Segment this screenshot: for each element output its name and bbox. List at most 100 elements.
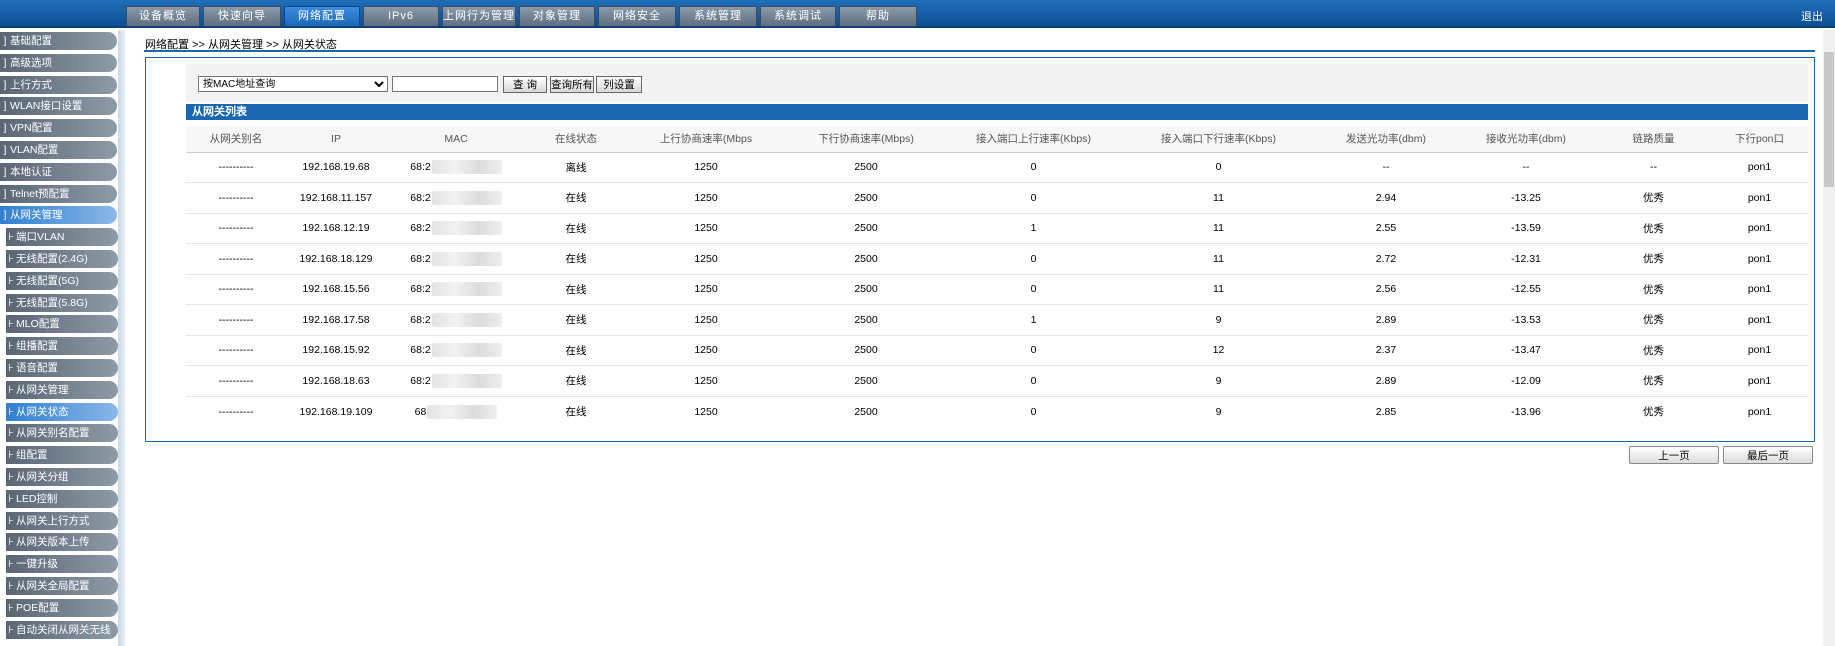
- last-page-button[interactable]: 最后一页: [1723, 446, 1813, 464]
- cell-text: 2.55: [1375, 222, 1397, 235]
- table-cell: 在线: [526, 365, 626, 396]
- cell-text: ----------: [218, 405, 254, 418]
- table-cell: 在线: [526, 304, 626, 335]
- cell-text: ----------: [218, 344, 254, 357]
- cell-text: -13.96: [1511, 405, 1541, 418]
- sidebar-item[interactable]: ] VLAN配置: [0, 141, 117, 159]
- sidebar-item[interactable]: ⊦ 无线配置(2.4G): [6, 250, 118, 268]
- table-cell: 2500: [786, 151, 946, 183]
- top-nav-tab[interactable]: 上网行为管理: [442, 6, 516, 26]
- sidebar-item[interactable]: ⊦ 从网关状态: [6, 402, 118, 421]
- logout-link[interactable]: 退出: [1801, 8, 1823, 24]
- sidebar-item-bullet: ]: [3, 165, 7, 178]
- sidebar-item[interactable]: ⊦ 无线配置(5G): [6, 271, 118, 290]
- cell-text: 192.168.15.92: [302, 344, 370, 357]
- sidebar-item[interactable]: ] 基础配置: [0, 32, 117, 50]
- query-all-button[interactable]: 查询所有: [550, 76, 594, 93]
- table-cell: 11: [1121, 243, 1316, 274]
- table-cell: 优秀: [1596, 182, 1711, 213]
- sidebar-item[interactable]: ⊦ MLO配置: [6, 315, 118, 334]
- top-nav-tab[interactable]: 网络安全: [598, 6, 676, 26]
- sidebar: ] 基础配置 ] 高级选项 ] 上行方式 ] WLAN接口设置 ] VPN配置 ] VLAN配置 ] 本地…: [0, 30, 125, 646]
- sidebar-item[interactable]: ⊦ 组播配置: [6, 337, 118, 356]
- sidebar-item[interactable]: ⊦ 从网关上行方式: [6, 511, 118, 530]
- sidebar-item[interactable]: ] VPN配置: [0, 119, 117, 138]
- sidebar-item[interactable]: ⊦ 自动关闭从网关无线: [6, 620, 118, 639]
- top-nav-tab[interactable]: IPv6: [363, 6, 439, 26]
- column-settings-button[interactable]: 列设置: [596, 76, 642, 93]
- cell-text: 在线: [565, 192, 587, 205]
- search-type-select[interactable]: 按MAC地址查询: [198, 76, 388, 92]
- cell-text: pon1: [1747, 313, 1772, 326]
- sidebar-item[interactable]: ⊦ 从网关分组: [6, 468, 118, 486]
- cell-text: 192.168.18.63: [302, 374, 370, 387]
- table-row: ---------- 192.168.17.58 68:2 在线 1250 2500 1 9 2…: [186, 304, 1808, 335]
- cell-text: pon1: [1747, 344, 1772, 357]
- top-nav-tab[interactable]: 对象管理: [519, 6, 595, 26]
- cell-text: 2500: [854, 283, 878, 296]
- top-nav-tab[interactable]: 系统管理: [679, 6, 757, 26]
- sidebar-item[interactable]: ⊦ LED控制: [6, 489, 118, 508]
- sidebar-item-label: 端口VLAN: [16, 231, 65, 244]
- cell-text: 优秀: [1643, 253, 1664, 266]
- sidebar-item[interactable]: ⊦ 从网关别名配置: [6, 424, 118, 443]
- cell-text: 0: [1030, 283, 1037, 296]
- scrollbar-thumb[interactable]: [1824, 52, 1834, 187]
- top-nav-tab[interactable]: 快速向导: [203, 6, 281, 26]
- sidebar-item-bullet: ⊦: [8, 274, 14, 287]
- table-cell: 192.168.18.63: [286, 365, 386, 396]
- sidebar-item-label: 从网关状态: [16, 405, 69, 418]
- cell-text: 192.168.19.109: [299, 405, 373, 418]
- sidebar-item[interactable]: ] 从网关管理: [0, 206, 117, 225]
- table-header-row: 从网关别名 IP MAC 在线状态 上行协商速率(Mbps 下行协商速率(Mbps) 接入端…: [186, 126, 1808, 152]
- cell-text: 68:2: [410, 283, 431, 296]
- sidebar-item-bullet: ⊦: [8, 362, 14, 374]
- sidebar-item[interactable]: ] 本地认证: [0, 162, 117, 181]
- top-nav-tab[interactable]: 帮助: [839, 6, 917, 26]
- cell-text: 1250: [694, 252, 718, 265]
- sidebar-item-label: 组播配置: [16, 340, 58, 353]
- sidebar-item[interactable]: ⊦ 从网关管理: [6, 380, 118, 399]
- mac-redaction: [427, 404, 498, 419]
- breadcrumb-divider: [144, 50, 1815, 52]
- table-cell: 192.168.11.157: [286, 182, 386, 213]
- cell-text: 2.94: [1375, 191, 1397, 204]
- sidebar-item[interactable]: ⊦ 语音配置: [6, 359, 118, 377]
- table-cell: 192.168.12.19: [286, 212, 386, 244]
- table-cell: ----------: [186, 365, 286, 396]
- cell-text: 0: [1030, 374, 1037, 387]
- sidebar-item-label: 无线配置(5G): [16, 274, 79, 287]
- cell-text: 1250: [694, 344, 718, 357]
- table-cell: 优秀: [1596, 273, 1711, 305]
- cell-text: 0: [1030, 405, 1037, 418]
- sidebar-item-bullet: ]: [3, 144, 7, 156]
- sidebar-item[interactable]: ⊦ 端口VLAN: [6, 228, 118, 247]
- prev-page-button[interactable]: 上一页: [1629, 446, 1719, 464]
- table-cell: 优秀: [1596, 395, 1711, 427]
- sidebar-item[interactable]: ] 高级选项: [0, 53, 117, 72]
- top-nav-tab[interactable]: 系统调试: [760, 6, 836, 26]
- search-input[interactable]: [392, 76, 498, 92]
- table-cell: 192.168.18.129: [286, 243, 386, 274]
- table-body: ---------- 192.168.19.68 68:2 离线 1250 2500 0 0-…: [186, 151, 1808, 427]
- table-cell: pon1: [1711, 243, 1808, 274]
- cell-text: 192.168.12.19: [302, 222, 370, 235]
- sidebar-item[interactable]: ] Telnet预配置: [0, 184, 117, 203]
- top-nav-tab[interactable]: 网络配置: [284, 6, 360, 26]
- table-cell: 12: [1121, 334, 1316, 366]
- table-row: ---------- 192.168.19.109 68 在线 1250 2500 0 9 2.…: [186, 395, 1808, 427]
- sidebar-item-bullet: ⊦: [8, 253, 14, 265]
- gateway-list-title: 从网关列表: [186, 104, 1808, 120]
- sidebar-item[interactable]: ⊦ 从网关版本上传: [6, 533, 118, 552]
- sidebar-item[interactable]: ⊦ 从网关全局配置: [6, 577, 118, 595]
- sidebar-item[interactable]: ] 上行方式: [0, 75, 117, 94]
- top-nav-tab[interactable]: 设备概览: [126, 6, 200, 26]
- sidebar-item[interactable]: ] WLAN接口设置: [0, 97, 117, 116]
- query-button[interactable]: 查 询: [503, 76, 547, 93]
- sidebar-item[interactable]: ⊦ POE配置: [6, 598, 118, 617]
- sidebar-item[interactable]: ⊦ 组配置: [6, 446, 118, 465]
- column-header: IP: [286, 126, 386, 152]
- sidebar-item[interactable]: ⊦ 无线配置(5.8G): [6, 293, 118, 312]
- table-cell: pon1: [1711, 365, 1808, 396]
- sidebar-item[interactable]: ⊦ 一键升级: [6, 555, 118, 574]
